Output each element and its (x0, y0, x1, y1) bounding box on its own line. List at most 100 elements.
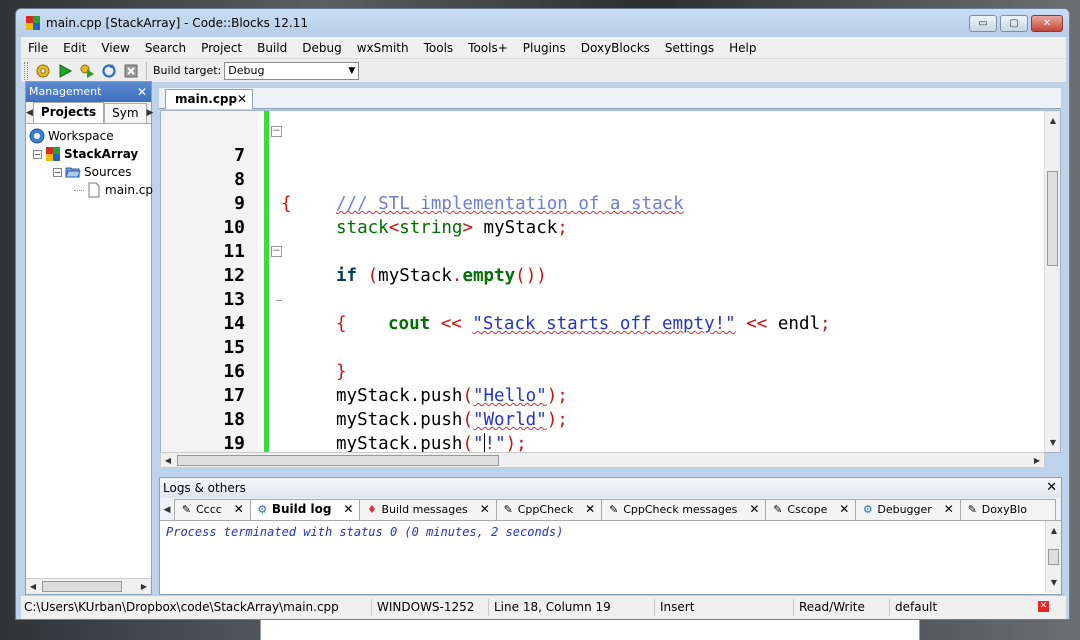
gear-icon: ⚙ (257, 503, 268, 516)
menu-project[interactable]: Project (194, 41, 250, 55)
menu-edit[interactable]: Edit (56, 41, 94, 55)
tab-scroll-right-icon[interactable]: ▶ (147, 103, 154, 123)
scroll-right-icon[interactable]: ▶ (137, 579, 151, 594)
management-title: Management (29, 85, 102, 98)
close-icon[interactable]: ✕ (234, 500, 244, 519)
scroll-left-icon[interactable]: ◀ (161, 453, 175, 468)
close-button[interactable]: ✕ (1031, 15, 1063, 32)
management-hscrollbar[interactable]: ◀ ▶ (26, 578, 151, 594)
menu-file[interactable]: File (21, 41, 56, 55)
menu-plugins[interactable]: Plugins (516, 41, 574, 55)
doc-pencil-icon: ✎ (773, 503, 783, 516)
tab-debugger[interactable]: ⚙ Debugger ✕ (855, 499, 961, 520)
toolbar-grip[interactable] (24, 61, 28, 80)
logs-title-bar: Logs & others ✕ (160, 478, 1061, 498)
tree-label-project: StackArray (64, 147, 139, 161)
build-run-icon[interactable] (78, 62, 96, 80)
menu-doxyblocks[interactable]: DoxyBlocks (574, 41, 658, 55)
tab-main-cpp[interactable]: main.cpp ✕ (165, 89, 253, 109)
build-target-value: Debug (228, 63, 265, 77)
code-line: 15 (161, 312, 1041, 358)
tab-symbols[interactable]: Sym (104, 103, 147, 123)
scroll-thumb[interactable] (1047, 171, 1058, 266)
tab-cppcheck[interactable]: ✎ CppCheck ✕ (495, 499, 603, 520)
tab-build-messages[interactable]: ♦ Build messages ✕ (359, 499, 497, 520)
close-icon[interactable]: ✕ (343, 500, 353, 519)
tree-item-project[interactable]: − StackArray (33, 145, 138, 163)
tab-scroll-left-icon[interactable]: ◀ (26, 103, 33, 123)
menu-settings[interactable]: Settings (658, 41, 722, 55)
menu-tools-plus[interactable]: Tools+ (461, 41, 516, 55)
scroll-thumb[interactable] (177, 455, 499, 466)
menu-help[interactable]: Help (722, 41, 764, 55)
code-line: 19 (161, 408, 1041, 452)
scroll-right-icon[interactable]: ▶ (1030, 453, 1044, 468)
scroll-down-icon[interactable]: ▼ (1047, 575, 1061, 590)
menu-debug[interactable]: Debug (295, 41, 349, 55)
close-icon[interactable]: ✕ (1046, 478, 1057, 498)
minimize-button[interactable]: ▭ (969, 15, 997, 32)
gear-build-icon[interactable] (34, 62, 52, 80)
status-insert-mode: Insert (660, 600, 695, 614)
code-line: 13 cout << "Stack starts off empty!" << … (161, 264, 1041, 334)
close-icon[interactable]: ✕ (944, 500, 954, 519)
title-bar[interactable]: main.cpp [StackArray] - Code::Blocks 12.… (16, 9, 1069, 37)
scroll-thumb[interactable] (1048, 549, 1059, 565)
close-icon[interactable]: ✕ (237, 90, 247, 108)
close-icon[interactable]: ✕ (137, 82, 147, 102)
doc-pencil-icon: ✎ (609, 503, 619, 516)
close-icon[interactable]: ✕ (480, 500, 490, 519)
code-line: 17 myStack.push("World"); (161, 360, 1041, 430)
tree-item-sources[interactable]: − Sources (53, 163, 131, 181)
close-icon: ✕ (1042, 18, 1052, 29)
abort-icon[interactable] (122, 62, 140, 80)
scroll-left-icon[interactable]: ◀ (26, 579, 40, 594)
scroll-thumb[interactable] (42, 581, 122, 592)
editor-hscrollbar[interactable]: ◀ ▶ (160, 452, 1045, 468)
tab-cccc[interactable]: ✎ Cccc ✕ (174, 499, 251, 520)
status-encoding: WINDOWS-1252 (377, 600, 475, 614)
tab-projects[interactable]: Projects (32, 102, 105, 123)
tab-doxyblocks[interactable]: ✎ DoxyBlo (959, 499, 1057, 520)
chevron-down-icon: ▼ (348, 65, 356, 76)
maximize-button[interactable]: ▢ (1000, 15, 1028, 32)
scroll-down-icon[interactable]: ▼ (1046, 435, 1060, 450)
editor-tab-bar: main.cpp ✕ (159, 88, 1061, 109)
close-icon[interactable]: ✕ (749, 500, 759, 519)
status-cursor-position: Line 18, Column 19 (494, 600, 611, 614)
menu-build[interactable]: Build (250, 41, 295, 55)
code-editor[interactable]: 7 − { 8 /// STL implementation of a stac… (160, 110, 1061, 453)
status-alert-icon[interactable]: ✕ (1038, 601, 1049, 612)
code-line: 20 for (int i=0;i<10000;i++) (161, 432, 1041, 452)
project-icon (45, 146, 61, 162)
fold-toggle-icon[interactable]: − (271, 126, 282, 137)
maximize-icon: ▢ (1009, 18, 1019, 29)
scroll-up-icon[interactable]: ▲ (1047, 523, 1061, 538)
tab-cscope[interactable]: ✎ Cscope ✕ (765, 499, 857, 520)
tab-build-log[interactable]: ⚙ Build log ✕ (249, 499, 361, 520)
codeblocks-app-icon (26, 16, 40, 30)
build-target-select[interactable]: Debug ▼ (224, 61, 360, 80)
fold-toggle-icon[interactable]: − (271, 246, 282, 257)
scroll-up-icon[interactable]: ▲ (1046, 113, 1060, 128)
rebuild-icon[interactable] (100, 62, 118, 80)
menu-wxsmith[interactable]: wxSmith (350, 41, 417, 55)
collapse-toggle-icon[interactable]: − (33, 149, 42, 159)
close-icon[interactable]: ✕ (839, 500, 849, 519)
editor-vscrollbar[interactable]: ▲ ▼ (1044, 111, 1060, 452)
tree-item-main-cpp[interactable]: main.cp (74, 181, 153, 199)
tab-scroll-left-icon[interactable]: ◀ (160, 500, 174, 520)
collapse-toggle-icon[interactable]: − (53, 167, 62, 177)
build-log-output[interactable]: Process terminated with status 0 (0 minu… (160, 521, 1061, 593)
code-line: 16 myStack.push("Hello"); (161, 336, 1041, 406)
menu-view[interactable]: View (94, 41, 137, 55)
menu-search[interactable]: Search (138, 41, 194, 55)
log-vscrollbar[interactable]: ▲ ▼ (1045, 521, 1061, 593)
tree-item-workspace[interactable]: Workspace (29, 127, 114, 145)
tab-cppcheck-messages[interactable]: ✎ CppCheck messages ✕ (601, 499, 767, 520)
close-icon[interactable]: ✕ (585, 500, 595, 519)
fold-end-marker (276, 300, 282, 301)
menu-tools[interactable]: Tools (417, 41, 462, 55)
pin-icon: ♦ (367, 503, 377, 516)
run-icon[interactable] (56, 62, 74, 80)
